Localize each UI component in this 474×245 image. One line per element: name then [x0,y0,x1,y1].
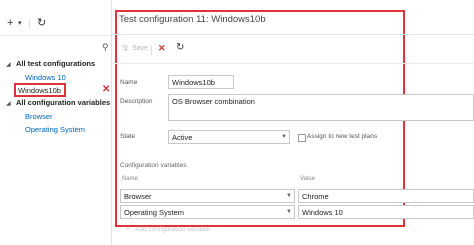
variable-value-select[interactable]: Windows 10 [298,205,474,219]
name-label: Name [120,79,138,86]
chevron-down-icon[interactable]: ▼ [281,134,287,140]
collapse-triangle-icon[interactable]: ◢ [6,61,11,68]
state-label: State [120,133,136,140]
new-dropdown-icon[interactable]: ▾ [18,19,22,27]
variable-value-value: Windows 10 [302,208,343,217]
tree-item-operating-system[interactable]: Operating System [25,125,85,134]
tree-group-configuration-variables[interactable]: All configuration variables [16,98,110,107]
assign-checkbox-label[interactable]: Assign to new test plans [307,133,377,140]
tree-item-windows10[interactable]: Windows 10 [25,73,66,82]
chevron-down-icon[interactable]: ▼ [286,193,292,199]
tree-group-test-configurations[interactable]: All test configurations [16,59,95,68]
assign-checkbox[interactable] [298,134,306,142]
description-textarea[interactable]: OS Browser combination [168,94,474,121]
add-configuration-variable-link[interactable]: Add configuration variable [135,226,210,233]
value-column-header: Value [300,176,315,182]
delete-icon[interactable]: ✕ [102,84,110,95]
state-value: Active [172,133,193,142]
variable-value-select[interactable]: Chrome [298,189,474,203]
search-icon[interactable]: ⚲ [102,42,109,53]
collapse-triangle-icon[interactable]: ◢ [6,100,11,107]
new-configuration-button[interactable]: + [7,17,13,29]
title-divider [113,34,474,35]
variable-name-select[interactable]: Browser [120,189,295,203]
description-label: Description [120,98,153,105]
save-button[interactable]: Save [132,45,148,52]
delete-button[interactable]: ✕ [158,43,166,54]
toolbar-separator [29,19,30,29]
configuration-variables-heading: Configuration variables [120,162,187,169]
name-column-header: Name [122,176,139,182]
add-variable-icon[interactable]: + [126,226,130,233]
name-input[interactable]: Windows10b [168,75,234,89]
variable-name-select[interactable]: Operating System [120,205,295,219]
variable-name-value: Operating System [124,208,185,217]
variable-name-value: Browser [124,192,152,201]
tree-item-browser[interactable]: Browser [25,112,53,121]
toolbar-divider [113,63,474,64]
state-select[interactable]: Active [168,130,290,144]
refresh-icon[interactable]: ↻ [37,16,46,29]
toolbar-separator [151,45,152,55]
page-title: Test configuration 11: Windows10b [119,14,266,25]
sidebar-toolbar-divider [0,35,111,36]
refresh-button[interactable]: ↻ [176,42,184,53]
sidebar: + ▾ ↻ ⚲ ◢ All test configurations Window… [0,0,112,245]
save-icon[interactable]: 🖫 [122,44,128,55]
variable-value-value: Chrome [302,192,329,201]
tree-item-windows10b[interactable]: Windows10b [18,86,61,95]
chevron-down-icon[interactable]: ▼ [286,209,292,215]
